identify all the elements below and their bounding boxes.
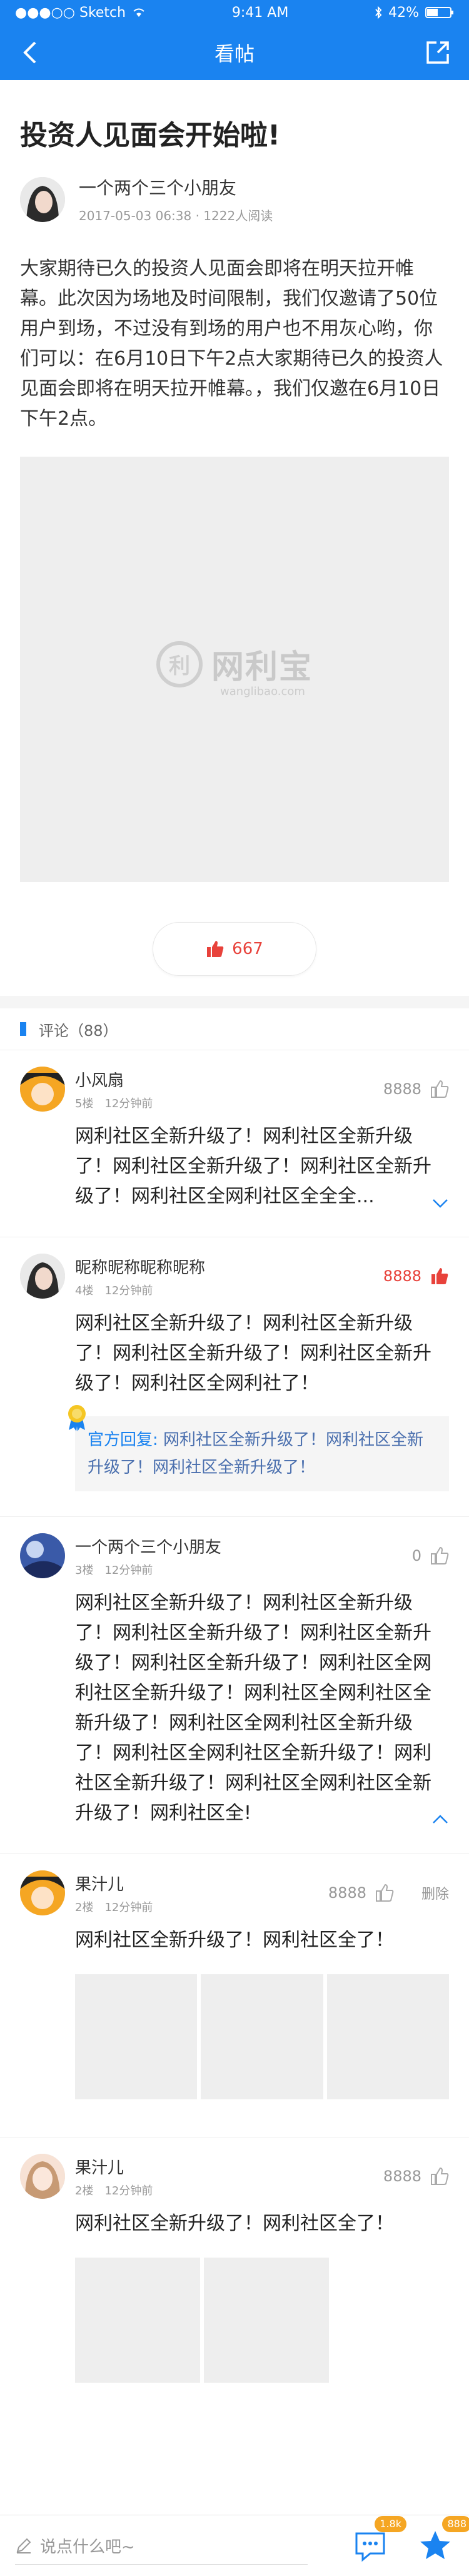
floor-label: 2楼: [75, 2184, 94, 2198]
comment-like-count: 8888: [383, 2168, 421, 2186]
comment-item: 果汁儿 2楼 12分钟前 8888 网利社区全新升级了！网利社区全了！: [0, 2137, 469, 2383]
avatar[interactable]: [20, 1067, 65, 1112]
comment-time: 12分钟前: [104, 1097, 153, 1110]
comment-time: 12分钟前: [104, 1284, 153, 1297]
official-reply: 官方回复: 网利社区全新升级了！网利社区全新升级了！网利社区全新升级了！: [68, 1405, 449, 1492]
logo-mark: 利: [156, 641, 203, 687]
comment-item: 果汁儿 2楼 12分钟前 8888 删除 网利社区全新升级了！网利社区全了！: [0, 1853, 469, 2137]
commenter-name[interactable]: 小风扇: [75, 1068, 383, 1091]
star-icon: [420, 2530, 450, 2559]
comment-like-count: 8888: [383, 1267, 421, 1285]
watermark-logo: 利 网利宝: [156, 641, 313, 687]
thumbs-up-outline-icon[interactable]: [430, 1546, 449, 1565]
commenter-name[interactable]: 果汁儿: [75, 1872, 328, 1895]
floor-label: 4楼: [75, 1284, 94, 1297]
comment-image[interactable]: [75, 2258, 200, 2383]
post-title: 投资人见面会开始啦!: [20, 119, 281, 151]
page-title: 看帖: [214, 42, 255, 66]
comment-images: [75, 2258, 449, 2383]
comment-like-count: 8888: [383, 1080, 421, 1098]
post-image: 利 网利宝 wanglibao.com: [20, 457, 449, 883]
avatar[interactable]: [20, 1254, 65, 1299]
thumbs-up-outline-icon[interactable]: [430, 2167, 449, 2186]
post-author: 一个两个三个小朋友 2017-05-03 06:38 · 1222人阅读: [20, 175, 449, 224]
comments-badge: 1.8k: [375, 2515, 406, 2532]
post-like-button[interactable]: 667: [153, 922, 316, 976]
comment-input[interactable]: 说点什么吧~: [15, 2527, 308, 2565]
comment-image[interactable]: [75, 1974, 198, 2100]
chevron-up-icon[interactable]: [431, 1813, 449, 1826]
floor-label: 3楼: [75, 1563, 94, 1577]
comment-image[interactable]: [204, 2258, 329, 2383]
logo-domain: wanglibao.com: [220, 685, 305, 699]
post-content: 投资人见面会开始啦! 一个两个三个小朋友 2017-05-03 06:38 · …: [0, 118, 469, 976]
thumbs-up-icon[interactable]: [430, 1267, 449, 1285]
view-count: 1222人阅读: [203, 208, 273, 224]
comment-text: 网利社区全新升级了！网利社区全新升级了！网利社区全新升级了！网利社区全新升级了！…: [75, 1122, 449, 1212]
carrier-label: ●●●○○ Sketch: [15, 4, 126, 21]
post-like-count: 667: [232, 940, 263, 959]
thumbs-up-outline-icon[interactable]: [375, 1884, 394, 1902]
floor-label: 5楼: [75, 1097, 94, 1110]
thumbs-up-outline-icon[interactable]: [430, 1080, 449, 1098]
favorites-badge: 888: [442, 2515, 469, 2532]
post-body: 大家期待已久的投资人见面会即将在明天拉开帷幕。此次因为场地及时间限制，我们仅邀请…: [20, 258, 443, 430]
comment-image[interactable]: [201, 1974, 323, 2100]
avatar[interactable]: [20, 1533, 65, 1579]
comment-text: 网利社区全新升级了！网利社区全新升级了！网利社区全新升级了！网利社区全新升级了！…: [75, 1588, 449, 1828]
comment-item: 昵称昵称昵称昵称 4楼 12分钟前 8888 网利社区全新升级了！网利社区全新升…: [0, 1237, 469, 1516]
medal-icon: [68, 1405, 86, 1432]
chevron-down-icon[interactable]: [431, 1197, 449, 1209]
comments-count-label: 评论（88）: [39, 1022, 118, 1040]
comment-time: 12分钟前: [104, 1900, 153, 1914]
comments-button[interactable]: 1.8k: [351, 2515, 406, 2565]
avatar[interactable]: [20, 2154, 65, 2199]
post-date: 2017-05-03 06:38: [79, 208, 192, 224]
comment-text: 网利社区全新升级了！网利社区全了！: [75, 2213, 394, 2235]
bottom-bar: 说点什么吧~ 1.8k 888: [0, 2515, 469, 2576]
comment-time: 12分钟前: [104, 2184, 153, 2198]
favorite-button[interactable]: 888: [416, 2515, 469, 2565]
avatar[interactable]: [20, 176, 65, 222]
bluetooth-icon: [375, 6, 382, 19]
comment-input-placeholder: 说点什么吧~: [40, 2537, 135, 2557]
comment-like-count: 8888: [328, 1884, 366, 1902]
back-arrow-icon[interactable]: [18, 39, 45, 66]
comment-image[interactable]: [326, 1974, 449, 2100]
commenter-name[interactable]: 昵称昵称昵称昵称: [75, 1255, 383, 1278]
comment-text: 网利社区全新升级了！网利社区全了！: [75, 1929, 394, 1952]
comment-time: 12分钟前: [104, 1563, 153, 1577]
comment-bubble-icon: [355, 2532, 385, 2562]
pencil-icon: [16, 2538, 31, 2553]
wifi-icon: [133, 8, 144, 17]
battery-percent: 42%: [388, 4, 419, 21]
author-name[interactable]: 一个两个三个小朋友: [79, 175, 273, 200]
logo-text: 网利宝: [211, 649, 313, 687]
commenter-name[interactable]: 果汁儿: [75, 2155, 383, 2178]
avatar[interactable]: [20, 1870, 65, 1916]
battery-icon: [425, 7, 453, 18]
delete-button[interactable]: 删除: [421, 1883, 449, 1903]
share-icon[interactable]: [424, 39, 451, 66]
comments-header: 评论（88）: [0, 1008, 469, 1050]
thumbs-up-icon: [207, 941, 224, 958]
comment-text: 网利社区全新升级了！网利社区全新升级了！网利社区全新升级了！网利社区全新升级了！…: [75, 1312, 431, 1395]
commenter-name[interactable]: 一个两个三个小朋友: [75, 1534, 412, 1558]
floor-label: 2楼: [75, 1900, 94, 1914]
clock: 9:41 AM: [231, 4, 289, 21]
status-bar: ●●●○○ Sketch 9:41 AM 42%: [0, 0, 469, 25]
navigation-bar: 看帖: [0, 25, 469, 80]
comment-like-count: 0: [411, 1547, 421, 1565]
reply-label: 官方回复:: [88, 1431, 158, 1450]
comment-images: [75, 1974, 449, 2100]
post-info: 2017-05-03 06:38 · 1222人阅读: [79, 208, 273, 224]
comment-item: 小风扇 5楼 12分钟前 8888 网利社区全新升级了！网利社区全新升级了！网利…: [0, 1050, 469, 1237]
comment-item: 一个两个三个小朋友 3楼 12分钟前 0 网利社区全新升级了！网利社区全新升级了…: [0, 1516, 469, 1853]
